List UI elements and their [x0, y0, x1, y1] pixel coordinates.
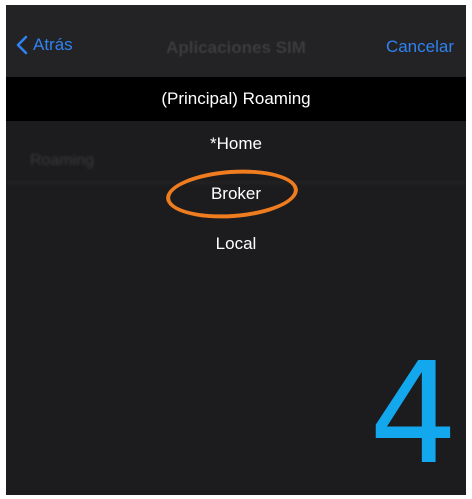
background-row-roaming: Roaming: [30, 152, 95, 169]
list-divider: [6, 182, 466, 183]
navigation-bar: Atrás Aplicaciones SIM Cancelar: [6, 5, 466, 77]
option-home[interactable]: *Home: [6, 134, 466, 154]
cancel-button[interactable]: Cancelar: [386, 37, 454, 57]
option-local[interactable]: Local: [6, 234, 466, 254]
option-broker[interactable]: Broker: [6, 184, 466, 204]
picker-header: (Principal) Roaming: [6, 77, 466, 121]
step-number-annotation: 4: [368, 333, 458, 495]
phone-screen: Atrás Aplicaciones SIM Cancelar Roaming …: [6, 5, 466, 495]
